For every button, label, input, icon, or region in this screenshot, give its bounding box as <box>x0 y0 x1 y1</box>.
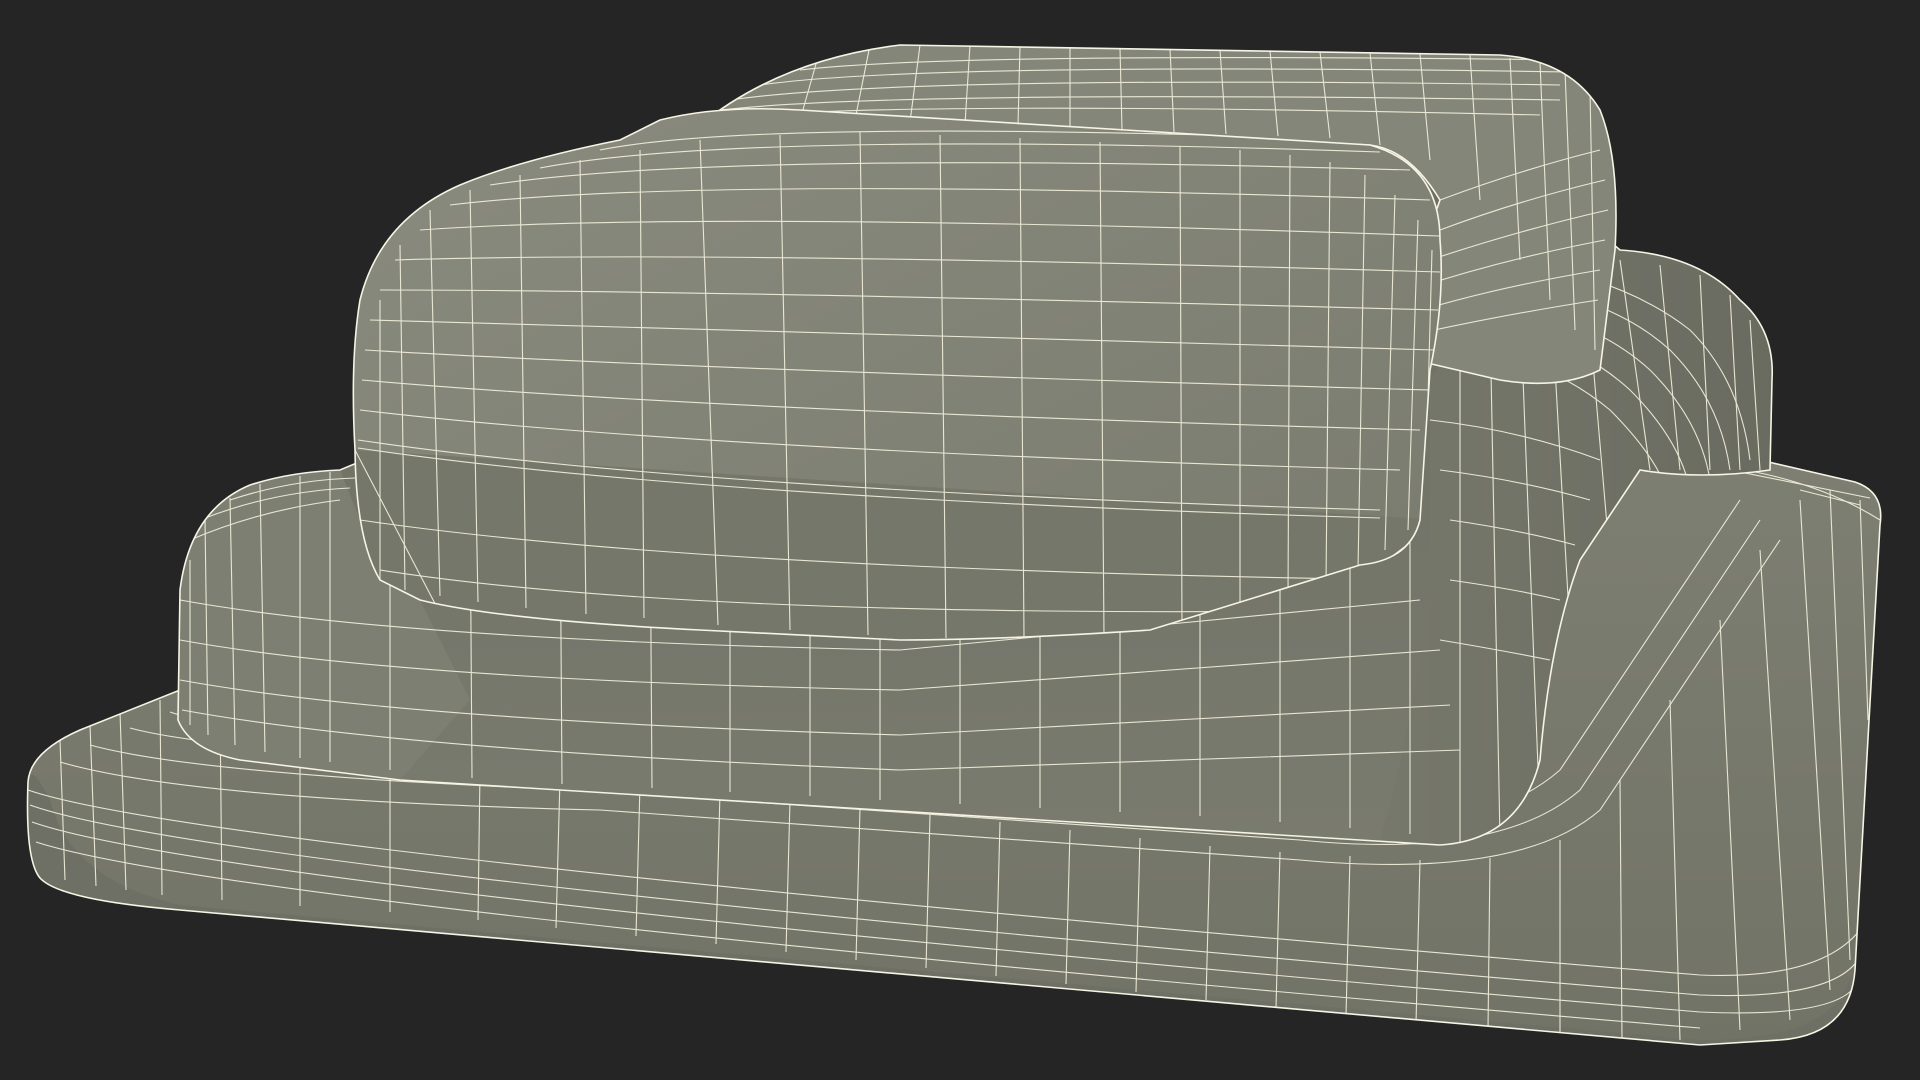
wireframe-viewport <box>26 44 1882 1046</box>
